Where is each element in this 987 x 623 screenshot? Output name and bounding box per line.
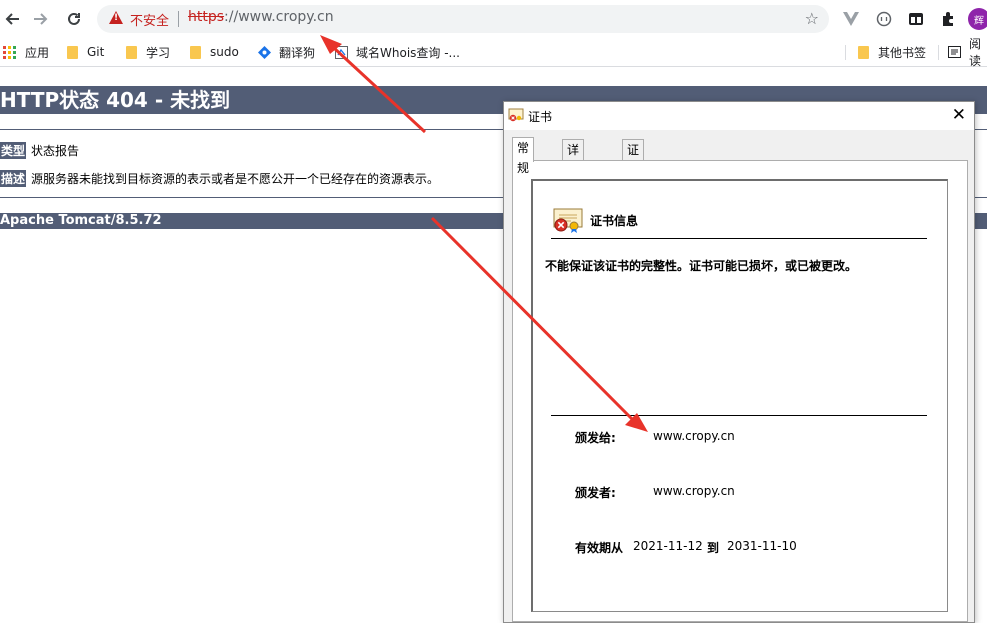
fanyigou-icon — [257, 45, 271, 59]
description-value: 源服务器未能找到目标资源的表示或者是不愿公开一个已经存在的资源表示。 — [31, 172, 440, 186]
type-key: 类型 — [0, 142, 27, 159]
bookmark-label: 域名Whois查询 -... — [356, 45, 460, 60]
dialog-titlebar[interactable]: 证书 ✕ — [504, 102, 974, 130]
bookmark-star-icon[interactable]: ☆ — [805, 9, 819, 28]
back-arrow-icon[interactable] — [1, 8, 23, 30]
reading-list-icon — [948, 45, 961, 59]
bookmark-folder-sudo[interactable]: sudo — [190, 44, 239, 60]
bookmark-fanyigou[interactable]: 翻译狗 — [257, 44, 315, 60]
bookmark-label: 阅读 — [969, 37, 982, 68]
integrity-warning: 不能保证该证书的完整性。证书可能已损坏，或已被更改。 — [545, 259, 858, 273]
issued-to-label: 颁发给: — [575, 431, 616, 445]
divider — [551, 415, 927, 416]
divider — [551, 238, 927, 239]
close-icon[interactable]: ✕ — [952, 105, 966, 125]
issued-by-value[interactable]: www.cropy.cn — [653, 484, 735, 498]
browser-toolbar: 不安全 https://www.cropy.cn ☆ 辉 — [0, 0, 987, 38]
type-value: 状态报告 — [31, 144, 80, 158]
bookmark-folder-git[interactable]: Git — [67, 44, 104, 60]
omnibox-separator — [178, 11, 179, 27]
bookmark-label: Git — [87, 45, 105, 59]
bookmark-label: 翻译狗 — [279, 45, 316, 60]
certificate-info-box: 证书信息 不能保证该证书的完整性。证书可能已损坏，或已被更改。 颁发给: www… — [531, 179, 948, 612]
tab-details[interactable]: 详细信息 — [562, 139, 585, 217]
not-secure-label[interactable]: 不安全 — [130, 10, 169, 29]
whois-site-icon — [334, 45, 348, 59]
tab-certification-path[interactable]: 证书路径 — [622, 139, 645, 217]
not-secure-warning-icon — [109, 11, 123, 24]
valid-from-value: 2021-11-12 — [633, 539, 703, 553]
vue-devtools-extension-icon[interactable] — [841, 9, 861, 29]
folder-icon — [67, 45, 78, 59]
url-scheme: https — [188, 9, 225, 25]
profile-avatar[interactable]: 辉 — [968, 8, 987, 30]
bookmark-whois[interactable]: 域名Whois查询 -... — [334, 44, 460, 60]
general-tab-panel: 证书信息 不能保证该证书的完整性。证书可能已损坏，或已被更改。 颁发给: www… — [512, 160, 968, 622]
extension-circle-icon[interactable] — [874, 9, 894, 29]
extensions-puzzle-icon[interactable] — [938, 9, 958, 29]
invalid-certificate-icon — [553, 207, 583, 233]
valid-to-value: 2031-11-10 — [727, 539, 797, 553]
dialog-title: 证书 — [528, 110, 553, 124]
bookmarks-separator — [845, 45, 846, 60]
description-key: 描述 — [0, 170, 27, 187]
valid-to-label: 到 — [707, 541, 720, 555]
valid-from-label: 有效期从 — [575, 541, 624, 555]
apps-grid-icon — [3, 45, 16, 59]
bookmark-folder-study[interactable]: 学习 — [126, 44, 170, 60]
extension-board-icon[interactable] — [906, 9, 926, 29]
reading-list[interactable]: 阅读 — [948, 37, 987, 68]
bookmarks-separator — [938, 45, 939, 60]
bookmark-label: sudo — [210, 45, 239, 59]
certificate-icon — [508, 108, 524, 123]
tab-general[interactable]: 常规 — [512, 137, 535, 175]
bookmark-folder-other[interactable]: 其他书签 — [858, 44, 926, 60]
certificate-dialog: 证书 ✕ 常规 详细信息 证书路径 证书信息 不能保证该证书的完整性。证书可能已… — [503, 101, 975, 623]
type-row: 类型 状态报告 — [0, 142, 79, 159]
forward-arrow-icon[interactable] — [30, 8, 52, 30]
folder-icon — [858, 45, 869, 59]
issued-to-value[interactable]: www.cropy.cn — [653, 429, 735, 443]
reload-icon[interactable] — [63, 8, 85, 30]
folder-icon — [190, 45, 201, 59]
bookmark-label: 其他书签 — [878, 45, 927, 60]
bookmark-label: 应用 — [25, 45, 50, 60]
certificate-info-heading: 证书信息 — [590, 214, 639, 228]
address-bar[interactable]: 不安全 https://www.cropy.cn ☆ — [97, 5, 829, 33]
url-text[interactable]: https://www.cropy.cn — [188, 9, 334, 25]
url-host: ://www.cropy.cn — [224, 9, 334, 25]
bookmarks-bar: 应用 Git 学习 sudo 翻译狗 域名Whois查询 -... 其他书签 阅… — [0, 37, 987, 68]
issued-by-label: 颁发者: — [575, 486, 616, 500]
bookmark-apps[interactable]: 应用 — [3, 44, 49, 60]
description-row: 描述 源服务器未能找到目标资源的表示或者是不愿公开一个已经存在的资源表示。 — [0, 170, 439, 187]
folder-icon — [126, 45, 137, 59]
bookmark-label: 学习 — [146, 45, 171, 60]
